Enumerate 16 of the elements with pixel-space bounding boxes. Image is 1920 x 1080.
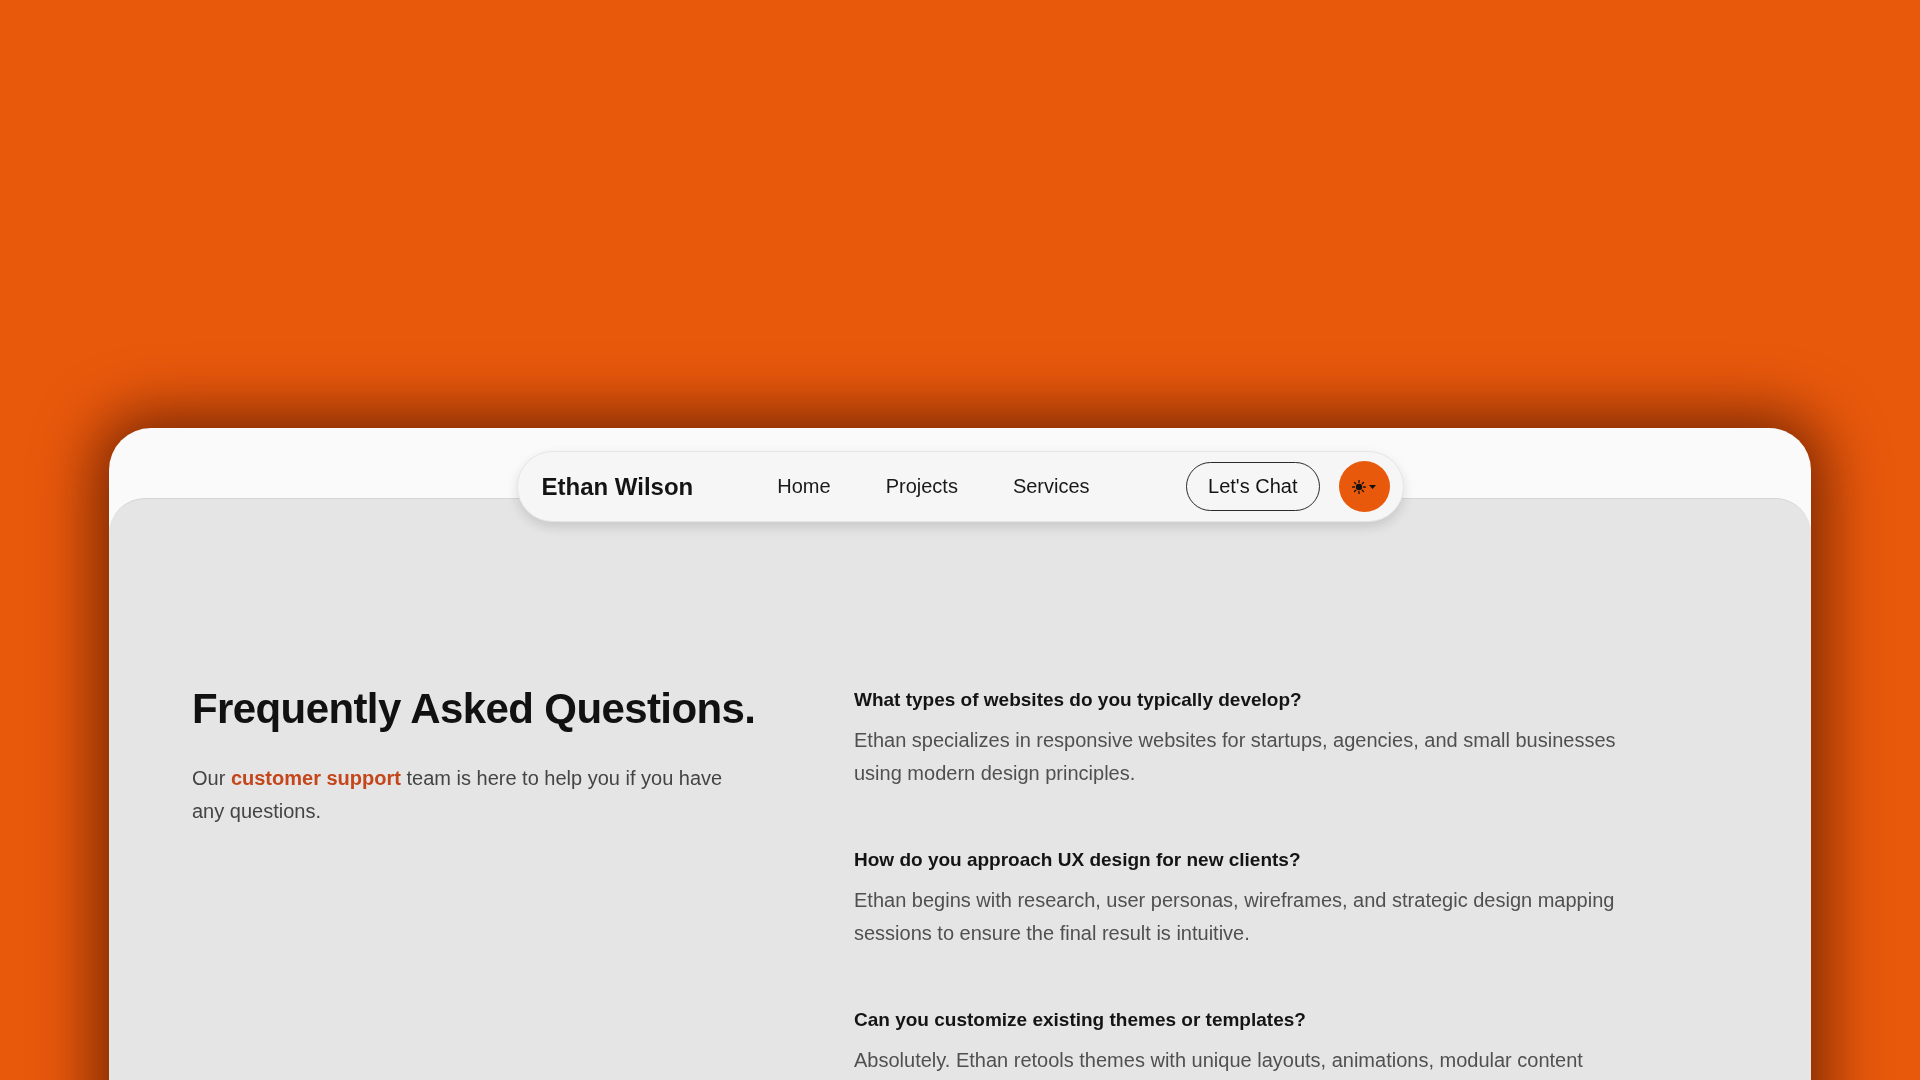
faq-intro: Our customer support team is here to help you if you have any questions. <box>192 766 724 824</box>
brand-name: Ethan Wilson <box>541 472 694 501</box>
faq-answer: Absolutely. Ethan retools themes with unique layouts, animations, modular content <box>854 1048 1583 1073</box>
faq-question: How do you approach UX design for new clients? <box>854 848 1301 872</box>
nav-link[interactable]: Home <box>777 475 831 498</box>
faq-title: Frequently Asked Questions. <box>192 684 756 734</box>
nav-link[interactable]: Services <box>1012 475 1090 498</box>
theme-toggle-button[interactable] <box>1338 461 1390 512</box>
customer-support-link[interactable]: customer support <box>230 767 401 789</box>
nav-link[interactable]: Projects <box>885 475 958 498</box>
caret-icon <box>1369 484 1376 489</box>
sun-icon <box>1352 479 1366 494</box>
faq-question: Can you customize existing themes or templates? <box>854 1008 1306 1032</box>
faq-answer: Ethan begins with research, user personas, wireframes, and strategic design mapping sessions to ensure the final result is intuitive. <box>854 888 1616 946</box>
faq-answer: Ethan specializes in responsive websites for startups, agencies, and small businesses using modern design principles. <box>854 728 1617 786</box>
faq-question: What types of websites do you typically develop? <box>854 688 1302 712</box>
